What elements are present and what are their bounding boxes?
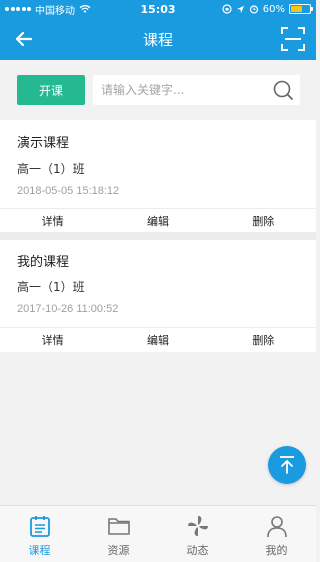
arrow-up-icon <box>280 456 294 474</box>
status-bar: 中国移动 15:03 60% <box>0 0 316 18</box>
location-icon <box>236 5 244 13</box>
tab-label: 课程 <box>28 544 51 557</box>
details-button[interactable]: 详情 <box>0 213 105 229</box>
tab-label: 我的 <box>265 544 288 557</box>
scan-icon[interactable] <box>280 26 306 52</box>
course-actions: 详情 编辑 删除 <box>0 208 316 232</box>
start-course-button[interactable]: 开课 <box>17 75 85 105</box>
tab-activity[interactable]: 动态 <box>158 506 237 562</box>
course-name: 我的课程 <box>17 255 70 270</box>
course-icon <box>29 516 50 537</box>
back-to-top-button[interactable] <box>268 446 306 484</box>
course-name: 演示课程 <box>17 136 70 151</box>
tab-label: 动态 <box>186 544 209 557</box>
course-actions: 详情 编辑 删除 <box>0 327 316 351</box>
nav-bar: 课程 <box>0 18 316 60</box>
card-divider <box>0 232 316 240</box>
tab-course[interactable]: 课程 <box>0 506 79 562</box>
rotation-lock-icon <box>222 4 232 14</box>
folder-icon <box>107 518 130 535</box>
signal-icon <box>5 7 31 11</box>
course-class: 高一（1）班 <box>17 162 85 176</box>
course-datetime: 2018-05-05 15:18:12 <box>17 185 120 197</box>
delete-button[interactable]: 删除 <box>211 332 316 348</box>
details-button[interactable]: 详情 <box>0 332 105 348</box>
edit-button[interactable]: 编辑 <box>105 332 210 348</box>
tab-label: 资源 <box>107 544 130 557</box>
carrier-label: 中国移动 <box>35 5 75 17</box>
search-icon[interactable] <box>272 79 294 101</box>
search-bar: 开课 <box>0 60 316 120</box>
status-left: 中国移动 <box>5 2 91 17</box>
battery-fill <box>291 6 302 12</box>
user-icon <box>266 516 287 538</box>
tab-mine[interactable]: 我的 <box>237 506 316 562</box>
course-class: 高一（1）班 <box>17 280 85 294</box>
search-box[interactable] <box>93 75 300 105</box>
alarm-icon <box>249 5 258 14</box>
course-card[interactable]: 演示课程 高一（1）班 2018-05-05 15:18:12 详情 编辑 删除 <box>0 120 316 232</box>
tab-resources[interactable]: 资源 <box>79 506 158 562</box>
back-arrow-icon[interactable] <box>12 27 36 51</box>
pinwheel-icon <box>187 516 208 536</box>
course-card[interactable]: 我的课程 高一（1）班 2017-10-26 11:00:52 详情 编辑 删除 <box>0 240 316 352</box>
page-title: 课程 <box>142 30 173 49</box>
delete-button[interactable]: 删除 <box>211 213 316 229</box>
course-datetime: 2017-10-26 11:00:52 <box>17 303 119 315</box>
search-input[interactable] <box>101 75 271 105</box>
edit-button[interactable]: 编辑 <box>105 213 210 229</box>
battery-percent: 60% <box>262 3 285 15</box>
wifi-icon <box>79 5 91 13</box>
tab-bar: 课程 资源 动态 我的 <box>0 505 316 562</box>
battery-icon <box>289 4 313 14</box>
status-right: 60% <box>222 3 313 15</box>
